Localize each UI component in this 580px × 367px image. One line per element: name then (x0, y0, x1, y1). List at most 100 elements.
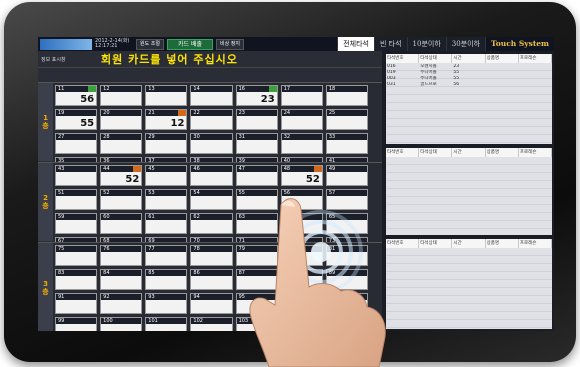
bay-cell[interactable]: 83 (55, 269, 98, 290)
bay-cell[interactable]: 92 (100, 293, 143, 314)
bay-cell[interactable]: 24 (280, 109, 323, 130)
bay-cell[interactable]: 86 (190, 269, 233, 290)
bay-number: 25 (326, 110, 367, 116)
column-header[interactable]: 타석번호 (386, 239, 420, 248)
tab-under-10[interactable]: 10분이하 (406, 37, 446, 51)
bay-cell[interactable]: 62 (190, 213, 233, 234)
bay-cell[interactable]: 59 (55, 213, 98, 234)
column-header[interactable]: 상품명 (486, 148, 519, 157)
bay-cell[interactable]: 31 (235, 133, 278, 154)
bay-cell[interactable]: 76 (100, 245, 143, 266)
column-header[interactable]: 타석번호 (386, 148, 420, 157)
emergency-stop-button[interactable]: 비상 정지 (216, 38, 244, 50)
bay-cell[interactable]: 53 (145, 189, 188, 210)
bay-cell[interactable]: 75 (55, 245, 98, 266)
bay-cell[interactable]: 45 (145, 165, 188, 186)
datetime: 2012-2-14(화) 12:17:21 (95, 39, 133, 49)
table-row[interactable]: 031 골드프로 56 (386, 82, 552, 88)
bay-number: 28 (101, 134, 142, 140)
bay-cell[interactable]: 28 (100, 133, 143, 154)
bay-cell[interactable]: 21 12 (145, 109, 188, 130)
bay-cell[interactable]: 85 (145, 269, 188, 290)
card-eject-button[interactable]: 카드 배출 (167, 38, 213, 50)
column-header[interactable]: 상품명 (486, 239, 519, 248)
bay-cell[interactable]: 12 (100, 85, 143, 106)
bay-cell[interactable]: 51 (55, 189, 98, 210)
bay-cell[interactable]: 16 23 (235, 85, 278, 106)
bay-cell[interactable]: 25 (325, 109, 368, 130)
column-header[interactable]: 시간 (452, 148, 486, 157)
bay-number: 60 (101, 214, 142, 220)
bay-cell[interactable]: 22 (190, 109, 233, 130)
bay-cell[interactable]: 78 (190, 245, 233, 266)
bay-cell[interactable]: 47 (235, 165, 278, 186)
bay-cell[interactable]: 20 (100, 109, 143, 130)
bay-cell[interactable]: 32 (280, 133, 323, 154)
bay-cell[interactable]: 19 55 (55, 109, 98, 130)
bay-cell[interactable]: 77 (145, 245, 188, 266)
bay-cell[interactable]: 27 (55, 133, 98, 154)
bay-number: 45 (146, 166, 187, 172)
bay-cell[interactable]: 48 52 (280, 165, 323, 186)
bay-cell[interactable]: 29 (145, 133, 188, 154)
column-header[interactable]: 시간 (452, 239, 486, 248)
bay-cell[interactable]: 61 (145, 213, 188, 234)
bay-cell[interactable]: 99 (55, 317, 98, 331)
bay-number: 91 (56, 294, 97, 300)
bay-cell[interactable]: 33 (325, 133, 368, 154)
bay-number: 32 (281, 134, 322, 140)
bay-cell[interactable]: 91 (55, 293, 98, 314)
bay-cell[interactable]: 94 (190, 293, 233, 314)
bay-number: 33 (326, 134, 367, 140)
bay-cell[interactable]: 101 (145, 317, 188, 331)
column-header[interactable]: 타석상태 (419, 54, 453, 63)
tab-under-30[interactable]: 30분이하 (445, 37, 486, 51)
bay-cell[interactable]: 17 (280, 85, 323, 106)
tab-all-bays[interactable]: 전체타석 (337, 37, 374, 51)
bay-cell[interactable]: 52 (100, 189, 143, 210)
tab-empty-bays[interactable]: 빈 타석 (374, 37, 407, 51)
bay-number: 85 (146, 270, 187, 276)
bay-cell[interactable]: 23 (235, 109, 278, 130)
column-header[interactable]: 프로레슨 (519, 54, 553, 63)
window-adjust-button[interactable]: 원도 조절 (136, 38, 164, 50)
column-header[interactable]: 타석번호 (386, 54, 420, 63)
bay-cell[interactable]: 18 (325, 85, 368, 106)
logo (40, 38, 92, 50)
bay-cell[interactable]: 84 (100, 269, 143, 290)
bay-number: 12 (101, 86, 142, 92)
column-header[interactable]: 시간 (452, 54, 486, 63)
column-header[interactable]: 프로레슨 (519, 148, 553, 157)
column-header[interactable]: 상품명 (486, 54, 519, 63)
bay-cell[interactable]: 13 (145, 85, 188, 106)
table-cell: 골드프로 (420, 82, 437, 87)
floor-1: 1 층 11 56 12 13 14 16 23 17 18 19 55 20 21 12 22 23 24 25 27… (38, 82, 382, 178)
bay-cell[interactable]: 14 (190, 85, 233, 106)
bay-cell[interactable]: 102 (190, 317, 233, 331)
column-header[interactable]: 프로레슨 (519, 239, 553, 248)
bay-number: 18 (326, 86, 367, 92)
bay-cell[interactable]: 54 (190, 189, 233, 210)
bay-number: 76 (101, 246, 142, 252)
bay-number: 17 (281, 86, 322, 92)
message-bar: 정보 표시창 회원 카드를 넣어 주십시오 (38, 51, 382, 68)
bay-cell[interactable]: 30 (190, 133, 233, 154)
bay-cell[interactable]: 100 (100, 317, 143, 331)
bay-cell[interactable]: 11 56 (55, 85, 98, 106)
column-header[interactable]: 타석상태 (419, 239, 453, 248)
bay-number: 77 (146, 246, 187, 252)
bay-cell[interactable]: 43 (55, 165, 98, 186)
bay-number: 29 (146, 134, 187, 140)
time-text: 12:17:21 (95, 43, 118, 49)
column-header[interactable]: 타석상태 (419, 148, 453, 157)
bay-cell[interactable]: 46 (190, 165, 233, 186)
floor-number: 1 (43, 114, 48, 122)
bay-cell[interactable]: 93 (145, 293, 188, 314)
bay-number: 14 (191, 86, 232, 92)
floor-unit: 층 (42, 287, 49, 296)
bay-number: 51 (56, 190, 97, 196)
bay-cell[interactable]: 49 (325, 165, 368, 186)
bay-cell[interactable]: 60 (100, 213, 143, 234)
panel-rule-lines (386, 157, 552, 235)
bay-cell[interactable]: 44 52 (100, 165, 143, 186)
